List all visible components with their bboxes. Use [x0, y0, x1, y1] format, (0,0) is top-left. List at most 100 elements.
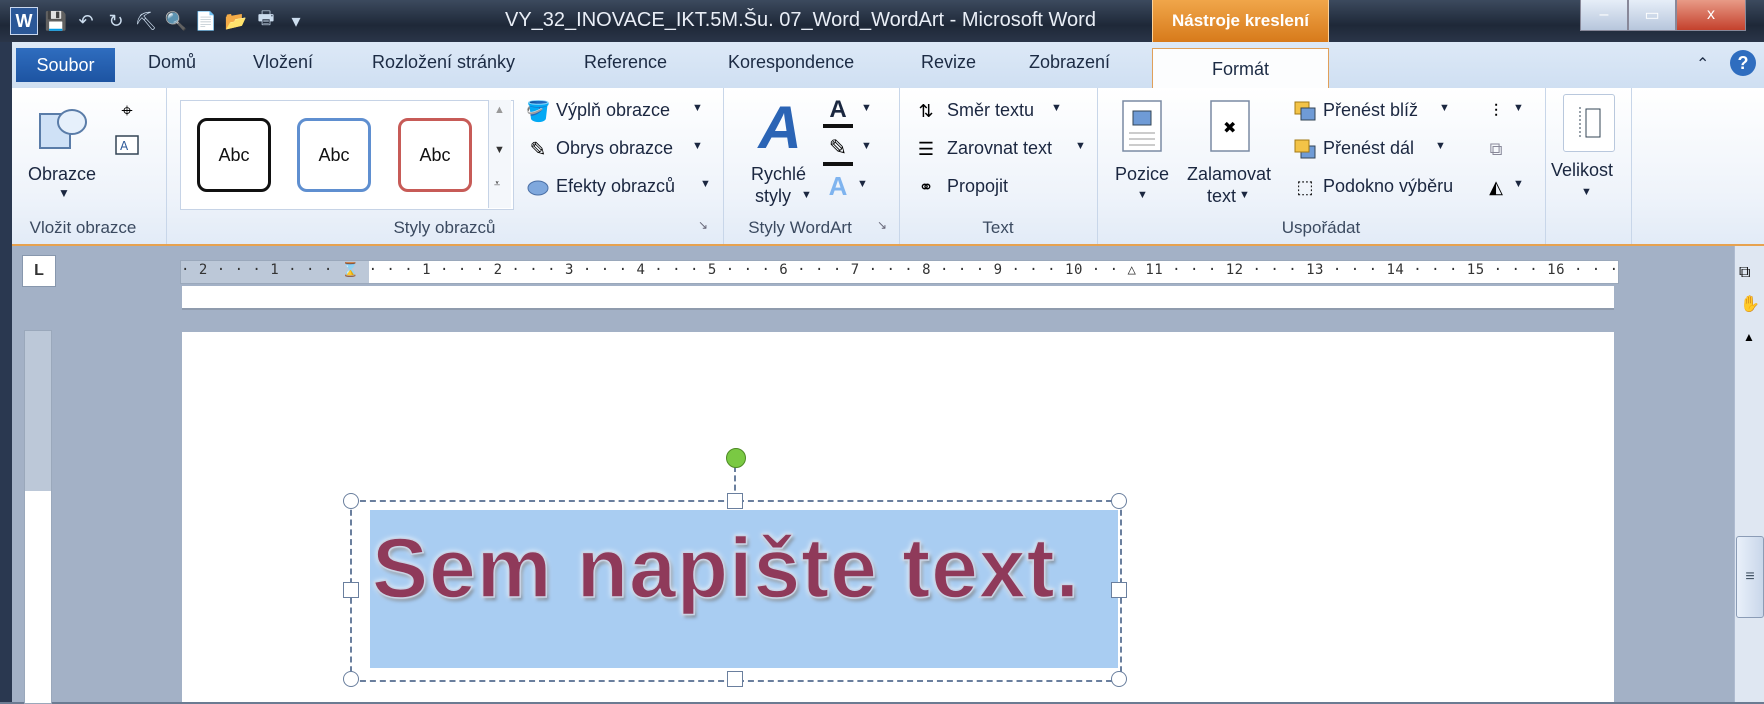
dialog-launcher-icon[interactable]: ↘ [698, 218, 708, 232]
word-logo-icon[interactable]: W [10, 7, 38, 35]
align-text-icon[interactable]: ☰ [911, 136, 941, 162]
resize-handle-top-left[interactable] [343, 493, 359, 509]
group-label-text: Text [982, 218, 1014, 237]
gallery-scrollbar[interactable]: ▲ ▼ ⩡ [488, 100, 511, 208]
quick-access-toolbar: W 💾 ↶ ↻ ⛏ 🔍 📄 📂 🖶 ▾ [10, 7, 308, 35]
bring-forward-icon[interactable] [1291, 98, 1319, 124]
vertical-scrollbar[interactable]: ⧉ ✋ ▲ [1734, 246, 1764, 702]
group-arrange: Pozice ▼ ✖ Zalamovat text ▼ Přenést blíž… [1097, 88, 1546, 244]
align-icon[interactable]: ⫶ [1481, 98, 1511, 124]
dialog-launcher-icon[interactable]: ↘ [877, 218, 887, 232]
resize-handle-bottom-left[interactable] [343, 671, 359, 687]
shape-outline-icon[interactable]: ✎ [524, 136, 552, 162]
maximize-button[interactable]: ▭ [1628, 0, 1676, 31]
selection-pane-button[interactable]: Podokno výběru [1323, 176, 1453, 197]
save-icon[interactable]: 💾 [44, 9, 68, 33]
customize-qat-icon[interactable]: ▾ [284, 9, 308, 33]
shape-outline-button[interactable]: Obrys obrazce [556, 138, 673, 159]
print-preview-icon[interactable]: 🔍 [164, 9, 188, 33]
text-direction-button[interactable]: Směr textu [947, 100, 1034, 121]
text-fill-icon[interactable]: A [823, 96, 853, 128]
resize-handle-top[interactable] [727, 493, 743, 509]
minimize-button[interactable]: – [1580, 0, 1628, 31]
ruler-scale: · 2 · · · 1 · · · ⌛ · · · 1 · · · 2 · · … [181, 262, 1618, 278]
quick-styles-label-1[interactable]: Rychlé [751, 164, 806, 185]
rotation-handle[interactable] [726, 448, 746, 468]
scroll-up-icon[interactable]: ▲ [1743, 330, 1755, 344]
quick-styles-label-2[interactable]: styly [755, 186, 791, 207]
selection-pane-icon[interactable]: ⬚ [1291, 174, 1319, 200]
link-icon[interactable]: ⚭ [911, 174, 941, 200]
shapes-button[interactable]: Obrazce [28, 164, 96, 185]
wrap-text-button-1[interactable]: Zalamovat [1187, 164, 1271, 185]
create-link-button[interactable]: Propojit [947, 176, 1008, 197]
shape-style-blue[interactable]: Abc [297, 118, 371, 192]
shape-effects-icon[interactable] [524, 174, 552, 200]
group-objects-icon[interactable]: ⧉ [1481, 136, 1511, 162]
print-icon[interactable]: 🖶 [254, 8, 278, 33]
chevron-down-icon: ▼ [1435, 140, 1446, 152]
shape-style-black[interactable]: Abc [197, 118, 271, 192]
wordart-text[interactable]: Sem napište text. [371, 520, 1080, 617]
window-title: VY_32_INOVACE_IKT.5M.Šu. 07_Word_WordArt… [505, 9, 1096, 31]
pan-hand-icon[interactable]: ✋ [1740, 294, 1760, 314]
text-direction-icon[interactable]: ⇅ [911, 98, 941, 124]
wrap-text-button-2[interactable]: text [1207, 186, 1236, 207]
tab-view[interactable]: Zobrazení [1029, 52, 1110, 73]
align-text-button[interactable]: Zarovnat text [947, 138, 1052, 159]
tab-selector-button[interactable]: L [22, 255, 56, 287]
new-document-icon[interactable]: 📄 [194, 9, 218, 33]
tab-mailings[interactable]: Korespondence [728, 52, 854, 73]
chevron-down-icon: ▼ [1439, 102, 1450, 114]
resize-handle-left[interactable] [343, 582, 359, 598]
open-folder-icon[interactable]: 📂 [224, 9, 248, 33]
chevron-down-icon: ▼ [1513, 178, 1524, 190]
resize-handle-top-right[interactable] [1111, 493, 1127, 509]
resize-handle-bottom[interactable] [727, 671, 743, 687]
view-ruler-icon[interactable]: ⧉ [1739, 264, 1750, 282]
tab-references[interactable]: Reference [584, 52, 667, 73]
chevron-down-icon: ▼ [1513, 102, 1524, 114]
rotate-icon[interactable]: ◭ [1481, 174, 1511, 200]
quick-styles-icon[interactable]: A [751, 94, 809, 161]
wrap-text-icon[interactable]: ✖ [1207, 98, 1253, 154]
chevron-down-icon: ▼ [700, 178, 711, 190]
tab-home[interactable]: Domů [148, 52, 196, 73]
window-left-edge [0, 42, 12, 702]
close-button[interactable]: x [1676, 0, 1746, 31]
undo-icon[interactable]: ↶ [74, 9, 98, 33]
tab-page-layout[interactable]: Rozložení stránky [372, 52, 515, 73]
edit-shape-icon[interactable]: ⌖ [112, 98, 142, 124]
shape-fill-button[interactable]: Výplň obrazce [556, 100, 670, 121]
chevron-down-icon: ▼ [1581, 186, 1592, 198]
resize-handle-right[interactable] [1111, 582, 1127, 598]
bring-forward-button[interactable]: Přenést blíž [1323, 100, 1418, 121]
text-box-icon[interactable]: A [112, 132, 142, 158]
size-icon[interactable] [1563, 94, 1615, 152]
shape-fill-icon[interactable]: 🪣 [524, 98, 552, 124]
format-painter-icon[interactable]: ⛏ [134, 9, 158, 33]
tab-insert[interactable]: Vložení [253, 52, 313, 73]
minimize-ribbon-icon[interactable]: ⌃ [1696, 54, 1709, 74]
horizontal-ruler[interactable]: · 2 · · · 1 · · · ⌛ · · · 1 · · · 2 · · … [180, 260, 1619, 284]
send-backward-icon[interactable] [1291, 136, 1319, 162]
scrollbar-thumb[interactable]: ≡ [1736, 536, 1764, 618]
position-icon[interactable] [1119, 98, 1165, 154]
help-icon[interactable]: ? [1730, 50, 1756, 76]
shapes-icon[interactable] [34, 100, 90, 156]
position-button[interactable]: Pozice [1115, 164, 1169, 185]
previous-page-bottom [182, 286, 1614, 310]
tab-format[interactable]: Formát [1152, 48, 1329, 90]
tab-file[interactable]: Soubor [16, 48, 115, 82]
group-shape-styles: Abc Abc Abc ▲ ▼ ⩡ 🪣 Výplň obrazce ▼ ✎ Ob… [166, 88, 724, 244]
vertical-ruler[interactable] [24, 330, 52, 704]
tab-review[interactable]: Revize [921, 52, 976, 73]
size-button[interactable]: Velikost [1551, 160, 1613, 181]
send-backward-button[interactable]: Přenést dál [1323, 138, 1414, 159]
resize-handle-bottom-right[interactable] [1111, 671, 1127, 687]
redo-icon[interactable]: ↻ [104, 9, 128, 33]
text-effects-icon[interactable]: A [823, 171, 853, 201]
shape-style-red[interactable]: Abc [398, 118, 472, 192]
text-outline-icon[interactable]: ✎ [823, 134, 853, 166]
shape-effects-button[interactable]: Efekty obrazců [556, 176, 675, 197]
